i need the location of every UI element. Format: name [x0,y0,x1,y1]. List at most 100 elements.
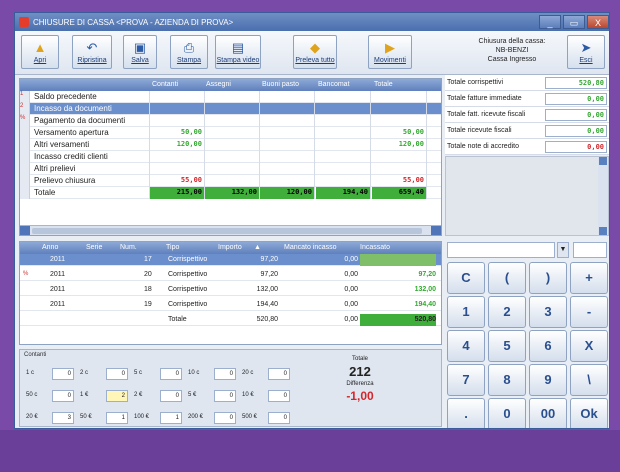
quantity-field[interactable]: 0 [214,412,236,424]
col-totale[interactable]: Totale [374,81,393,88]
value-cell[interactable]: 55,00 [372,175,427,187]
dropdown-arrow-icon[interactable]: ▼ [557,242,569,258]
row-selector[interactable] [20,151,30,163]
quantity-field[interactable]: 0 [106,368,128,380]
table-row[interactable]: Altri versamenti 120,00 120,00 [20,139,441,151]
save-button[interactable]: ▣ Salva [123,35,157,69]
value-cell[interactable] [372,115,427,127]
scrollbar-thumb[interactable] [32,228,422,234]
key-ok-button[interactable]: Ok [570,398,608,428]
key-plus-button[interactable]: + [570,262,608,294]
value-cell[interactable]: 132,00 [205,187,260,199]
total-note-accredito-field[interactable]: 0,00 [545,141,607,153]
value-cell[interactable] [205,115,260,127]
vertical-scrollbar[interactable] [598,157,608,235]
value-cell[interactable] [316,115,371,127]
key-clear-button[interactable]: C [447,262,485,294]
row-selector[interactable]: 2 [20,103,30,115]
total-fatture-field[interactable]: 0,00 [545,93,607,105]
value-cell[interactable] [260,127,315,139]
value-cell[interactable] [316,139,371,151]
value-cell[interactable]: 50,00 [150,127,205,139]
quantity-field[interactable]: 1 [106,412,128,424]
key-digit-7-button[interactable]: 7 [447,364,485,396]
total-fatt-ricevute-field[interactable]: 0,00 [545,109,607,121]
key-digit-3-button[interactable]: 3 [529,296,567,328]
col-mancato-incasso[interactable]: Mancato incasso [284,244,337,251]
value-cell[interactable] [205,103,260,115]
key-digit-8-button[interactable]: 8 [488,364,526,396]
row-selector[interactable]: 1 [20,91,30,103]
value-cell[interactable] [205,91,260,103]
restore-button[interactable]: ↶ Ripristina [72,35,112,69]
value-cell[interactable] [260,175,315,187]
value-cell[interactable] [372,151,427,163]
row-selector[interactable] [20,127,30,139]
value-cell[interactable] [205,151,260,163]
value-cell[interactable] [316,127,371,139]
value-cell[interactable] [316,91,371,103]
maximize-button[interactable]: ▭ [563,15,585,29]
close-button[interactable]: X [587,15,609,29]
total-corrispettivi-field[interactable]: 520,80 [545,77,607,89]
col-tipo[interactable]: Tipo [166,244,179,251]
value-cell[interactable]: 659,40 [372,187,427,199]
value-cell[interactable] [260,139,315,151]
key-close-paren-button[interactable]: ) [529,262,567,294]
notes-area[interactable] [445,156,609,236]
print-button[interactable]: ⎙ Stampa [170,35,208,69]
value-cell[interactable] [260,163,315,175]
row-selector[interactable] [20,163,30,175]
scroll-right-icon[interactable] [431,226,441,235]
value-cell[interactable] [205,175,260,187]
key-digit-2-button[interactable]: 2 [488,296,526,328]
value-cell[interactable] [150,115,205,127]
col-assegni[interactable]: Assegni [206,81,231,88]
quantity-field[interactable]: 0 [52,390,74,402]
col-buoni-pasto[interactable]: Buoni pasto [262,81,299,88]
value-cell[interactable] [372,91,427,103]
value-cell[interactable] [205,163,260,175]
key-digit-1-button[interactable]: 1 [447,296,485,328]
key-digit-0-button[interactable]: 0 [488,398,526,428]
quantity-field[interactable]: 0 [160,390,182,402]
quantity-field[interactable]: 0 [160,368,182,380]
value-cell[interactable]: 50,00 [372,127,427,139]
key-decimal-button[interactable]: . [447,398,485,428]
value-cell[interactable] [150,91,205,103]
minimize-button[interactable]: _ [539,15,561,29]
keypad-secondary-field[interactable] [573,242,607,258]
col-incassato[interactable]: Incassato [360,244,390,251]
col-serie[interactable]: Serie [86,244,102,251]
key-open-paren-button[interactable]: ( [488,262,526,294]
table-row[interactable]: Prelievo chiusura 55,00 55,00 [20,175,441,187]
value-cell[interactable] [372,163,427,175]
value-cell[interactable]: 120,00 [150,139,205,151]
quantity-field[interactable]: 0 [214,368,236,380]
col-bancomat[interactable]: Bancomat [318,81,350,88]
sort-ascending-icon[interactable]: ▲ [254,244,261,251]
table-row[interactable]: % 2011 20 Corrispettivo 97,20 0,00 97,20 [20,269,441,281]
value-cell[interactable]: 120,00 [372,139,427,151]
print-video-button[interactable]: ▤ Stampa video [215,35,261,69]
row-selector[interactable] [20,175,30,187]
table-row[interactable]: % Pagamento da documenti [20,115,441,127]
quantity-field[interactable]: 3 [52,412,74,424]
value-cell[interactable]: 194,40 [316,187,371,199]
value-cell[interactable] [316,151,371,163]
withdraw-all-button[interactable]: ◆ Preleva tutto [293,35,337,69]
col-importo[interactable]: Importo [218,244,242,251]
key-digit-5-button[interactable]: 5 [488,330,526,362]
quantity-field[interactable]: 0 [52,368,74,380]
value-cell[interactable] [205,127,260,139]
total-ricevute-field[interactable]: 0,00 [545,125,607,137]
keypad-display[interactable] [447,242,555,258]
key-multiply-button[interactable]: X [570,330,608,362]
table-row[interactable]: 2011 18 Corrispettivo 132,00 0,00 132,00 [20,284,441,296]
value-cell[interactable] [150,163,205,175]
value-cell[interactable]: 55,00 [150,175,205,187]
row-selector[interactable] [20,139,30,151]
value-cell[interactable] [260,115,315,127]
quantity-field[interactable]: 0 [268,390,290,402]
key-digit-6-button[interactable]: 6 [529,330,567,362]
